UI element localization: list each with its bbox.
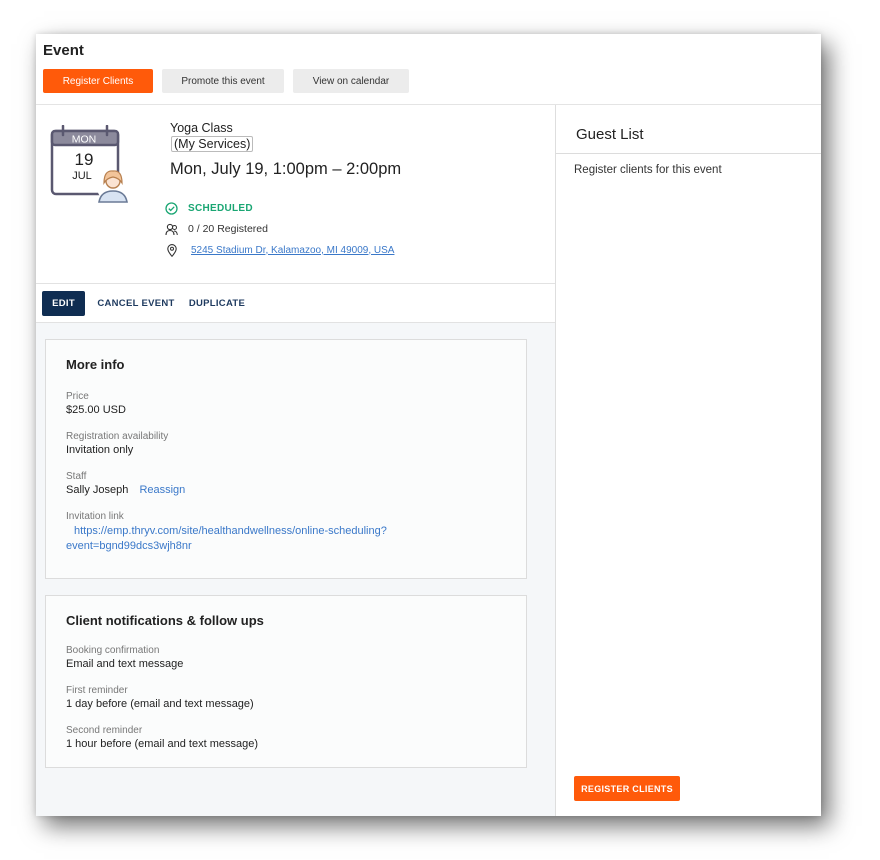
notifications-title: Client notifications & follow ups — [66, 613, 264, 628]
first-reminder-label: First reminder — [66, 685, 128, 696]
status-badge: SCHEDULED — [188, 202, 253, 214]
duplicate-button[interactable]: DUPLICATE — [186, 291, 248, 316]
more-info-title: More info — [66, 357, 125, 372]
view-on-calendar-button[interactable]: View on calendar — [293, 69, 409, 93]
staff-row: Sally Joseph Reassign — [66, 484, 185, 496]
registered-text: 0 / 20 Registered — [188, 223, 268, 235]
calendar-month: JUL — [72, 170, 92, 182]
second-reminder-value: 1 hour before (email and text message) — [66, 738, 258, 750]
event-header: Event Register Clients Promote this even… — [36, 34, 821, 104]
register-clients-bottom-button[interactable]: REGISTER CLIENTS — [574, 776, 680, 801]
registration-count: 0 / 20 Registered — [165, 222, 268, 236]
price-value: $25.00 USD — [66, 404, 126, 416]
invitation-link-line1: https://emp.thryv.com/site/healthandwell… — [74, 525, 387, 537]
cancel-event-button[interactable]: CANCEL EVENT — [96, 291, 176, 316]
page-title: Event — [43, 42, 84, 59]
calendar-icon: MON 19 JUL — [50, 125, 129, 203]
staff-label: Staff — [66, 471, 87, 482]
people-icon — [165, 223, 178, 235]
calendar-day: 19 — [75, 150, 94, 169]
invitation-label: Invitation link — [66, 511, 124, 522]
event-address: 5245 Stadium Dr, Kalamazoo, MI 49009, US… — [167, 243, 394, 257]
first-reminder-value: 1 day before (email and text message) — [66, 698, 254, 710]
availability-label: Registration availability — [66, 431, 169, 442]
register-clients-button[interactable]: Register Clients — [43, 69, 153, 93]
guest-list-pane: Guest List Register clients for this eve… — [556, 105, 821, 816]
event-window: Event Register Clients Promote this even… — [36, 34, 821, 816]
event-actions-bar: EDIT CANCEL EVENT DUPLICATE — [36, 284, 555, 323]
event-summary-card: MON 19 JUL Yoga Class (My Services) Mon,… — [36, 105, 555, 284]
price-label: Price — [66, 391, 89, 402]
event-service: (My Services) — [171, 136, 254, 152]
invitation-link[interactable]: https://emp.thryv.com/site/healthandwell… — [66, 524, 466, 554]
check-circle-icon — [165, 201, 178, 215]
notifications-card: Client notifications & follow ups Bookin… — [45, 595, 527, 768]
staff-value: Sally Joseph — [66, 484, 129, 496]
more-info-card: More info Price $25.00 USD Registration … — [45, 339, 527, 579]
guest-list-subtitle: Register clients for this event — [574, 164, 722, 176]
availability-value: Invitation only — [66, 444, 134, 456]
event-status: SCHEDULED — [165, 201, 253, 215]
guest-list-divider — [556, 153, 821, 154]
location-pin-icon — [167, 243, 177, 257]
event-details-pane: MON 19 JUL Yoga Class (My Services) Mon,… — [36, 105, 555, 816]
invitation-link-line2: event=bgnd99dcs3wjh8nr — [66, 540, 192, 552]
person-avatar-icon — [97, 170, 129, 203]
event-datetime: Mon, July 19, 1:00pm – 2:00pm — [170, 160, 402, 178]
reassign-link[interactable]: Reassign — [139, 484, 185, 496]
edit-button[interactable]: EDIT — [42, 291, 85, 316]
event-name: Yoga Class — [170, 121, 233, 135]
promote-event-button[interactable]: Promote this event — [162, 69, 284, 93]
booking-confirmation-label: Booking confirmation — [66, 645, 160, 656]
second-reminder-label: Second reminder — [66, 725, 143, 736]
guest-list-title: Guest List — [576, 126, 644, 143]
address-link[interactable]: 5245 Stadium Dr, Kalamazoo, MI 49009, US… — [191, 245, 394, 256]
booking-confirmation-value: Email and text message — [66, 658, 184, 670]
calendar-weekday: MON — [72, 134, 97, 146]
